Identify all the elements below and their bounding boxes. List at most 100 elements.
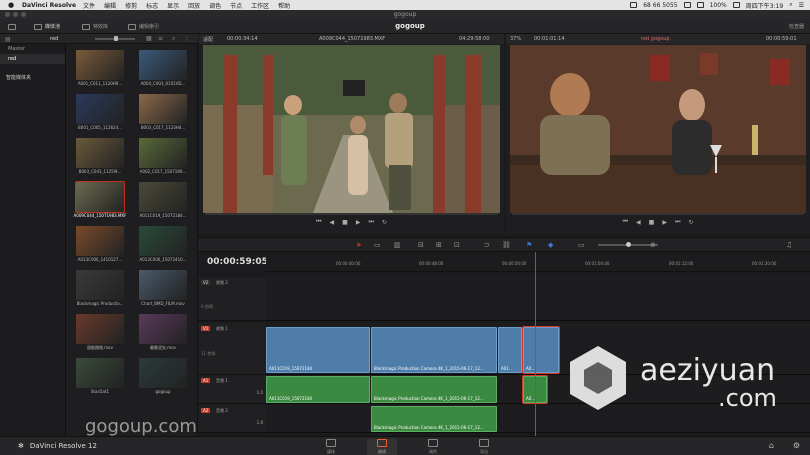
list-icon[interactable]: ☰	[799, 2, 804, 9]
sort-icon[interactable]: ⋮	[184, 35, 190, 42]
jump-end-icon[interactable]: ⏭	[675, 218, 680, 226]
page-deliver[interactable]: 导出	[469, 439, 499, 455]
clip-thumbnail[interactable]	[76, 314, 124, 344]
clip-thumbnail[interactable]	[76, 270, 124, 300]
zoom-slider-handle[interactable]	[626, 242, 631, 247]
track-header-a2[interactable]: A2 音频 2 1.0	[198, 405, 266, 433]
jump-start-icon[interactable]: ⏮	[316, 218, 321, 226]
menu-mark[interactable]: 标志	[146, 1, 158, 10]
timeline-ruler[interactable]: 00:00:40:00 00:00:48:00 00:00:56:00 00:0…	[266, 252, 810, 272]
insert-icon[interactable]: ⊟	[418, 241, 424, 249]
clip-thumbnail[interactable]	[75, 181, 125, 213]
track-header-v1[interactable]: V1 视频 1 11 剪辑	[198, 323, 266, 375]
selection-tool-icon[interactable]: ➤	[356, 241, 362, 249]
zoom-out-icon[interactable]: ▭	[578, 241, 585, 249]
snapping-icon[interactable]: ⊃	[484, 241, 490, 249]
clip-thumbnail[interactable]	[76, 138, 124, 168]
menu-help[interactable]: 帮助	[278, 1, 290, 10]
menu-trim[interactable]: 修剪	[125, 1, 137, 10]
page-color[interactable]: 调色	[418, 439, 448, 455]
clip-thumbnail[interactable]	[76, 94, 124, 124]
current-bin[interactable]: red	[50, 36, 58, 42]
stop-icon[interactable]: ■	[649, 219, 655, 226]
marker-icon[interactable]: ◆	[548, 241, 553, 249]
source-zoom[interactable]: 适配	[203, 36, 213, 43]
timeline-timecode[interactable]: 00:00:59:05	[198, 252, 268, 272]
zoom-window-button[interactable]	[21, 12, 26, 17]
battery-icon[interactable]	[732, 2, 740, 8]
tab-edit-index[interactable]: 编辑索引	[128, 22, 159, 31]
menu-color[interactable]: 调色	[209, 1, 221, 10]
track-header-v2[interactable]: V2 视频 2 0 剪辑	[198, 277, 266, 321]
overwrite-icon[interactable]: ⊞	[436, 241, 442, 249]
inspector-button[interactable]: 检查器	[789, 23, 804, 30]
app-menu[interactable]: DaVinci Resolve	[22, 2, 76, 9]
home-icon[interactable]: ⌂	[769, 441, 774, 450]
thumbnail-view-icon[interactable]: ▦	[146, 35, 152, 42]
search-icon[interactable]: ⌕	[789, 1, 792, 9]
blade-tool-icon[interactable]: ▥	[394, 241, 401, 249]
menu-edit[interactable]: 编辑	[104, 1, 116, 10]
menu-file[interactable]: 文件	[83, 1, 95, 10]
list-view-icon[interactable]: ≡	[158, 35, 163, 42]
clip-thumbnail[interactable]	[139, 182, 187, 212]
video-clip[interactable]: A01...	[498, 327, 522, 373]
clip-thumbnail[interactable]	[76, 50, 124, 80]
track-lane-v2[interactable]	[266, 277, 810, 321]
video-clip[interactable]: A011C019_15072184	[266, 327, 370, 373]
menu-view[interactable]: 显示	[167, 1, 179, 10]
clip-thumbnail[interactable]	[139, 138, 187, 168]
wifi-icon[interactable]	[696, 2, 704, 8]
search-icon[interactable]: ⌕	[172, 35, 175, 43]
play-icon[interactable]: ▶	[662, 219, 667, 226]
reverse-icon[interactable]: ◀	[330, 219, 335, 226]
trim-tool-icon[interactable]: ▭	[374, 241, 381, 249]
close-window-button[interactable]	[5, 12, 10, 17]
smart-bins-header[interactable]: 智能媒体夹	[0, 74, 65, 81]
clip-thumbnail[interactable]	[76, 226, 124, 256]
menu-playback[interactable]: 回放	[188, 1, 200, 10]
loop-icon[interactable]: ↻	[688, 219, 693, 226]
timeline-zoom[interactable]: 37%	[510, 36, 521, 42]
video-clip[interactable]: Blackmagic Production Camera 4K_1_2015-0…	[371, 327, 497, 373]
clip-thumbnail[interactable]	[139, 226, 187, 256]
audio-icon[interactable]: ♫	[786, 241, 792, 249]
jump-end-icon[interactable]: ⏭	[368, 218, 373, 226]
replace-icon[interactable]: ⊡	[454, 241, 460, 249]
clock[interactable]: 周四下午3:19	[746, 1, 783, 10]
reverse-icon[interactable]: ◀	[636, 219, 641, 226]
audio-clip[interactable]: A011C019_15072184	[266, 376, 370, 403]
settings-icon[interactable]: ⚙	[793, 441, 800, 450]
loop-icon[interactable]: ↻	[382, 219, 387, 226]
video-clip-selected[interactable]: A0...	[522, 326, 560, 374]
bin-master[interactable]: Master	[0, 44, 65, 54]
audio-clip[interactable]: Blackmagic Production Camera 4K_1_2015-0…	[371, 376, 497, 403]
zoom-in-icon[interactable]: ⊕	[650, 241, 656, 249]
page-media[interactable]: 媒体	[316, 439, 346, 455]
minimize-window-button[interactable]	[13, 12, 18, 17]
source-scrubber[interactable]	[205, 213, 498, 215]
page-edit[interactable]: 编辑	[367, 439, 397, 455]
stop-icon[interactable]: ■	[342, 219, 348, 226]
apple-icon[interactable]: ●	[6, 1, 16, 9]
timeline-scrubber[interactable]	[512, 213, 804, 215]
status-icon[interactable]	[630, 2, 638, 8]
bin-list-icon[interactable]: ▤	[5, 36, 11, 43]
clip-thumbnail[interactable]	[76, 358, 124, 388]
audio-clip[interactable]: Blackmagic Production Camera 4K_1_2015-0…	[371, 406, 497, 432]
clip-thumbnail[interactable]	[139, 50, 187, 80]
clip-thumbnail[interactable]	[139, 94, 187, 124]
flag-icon[interactable]: ⚑	[526, 241, 532, 249]
clip-thumbnail[interactable]	[139, 314, 187, 344]
cloud-icon[interactable]	[683, 2, 691, 8]
playhead[interactable]	[535, 252, 536, 437]
layout-toggle-icon[interactable]	[8, 22, 16, 31]
clip-thumbnail[interactable]	[139, 358, 187, 388]
bin-red[interactable]: red	[0, 54, 65, 64]
tab-media-pool[interactable]: 媒体池	[34, 22, 60, 31]
menu-workspace[interactable]: 工作区	[251, 1, 269, 10]
slider-handle[interactable]	[114, 36, 118, 41]
link-icon[interactable]: ⛓	[502, 241, 511, 249]
play-icon[interactable]: ▶	[356, 219, 361, 226]
tab-effects-library[interactable]: 特效库	[82, 22, 108, 31]
